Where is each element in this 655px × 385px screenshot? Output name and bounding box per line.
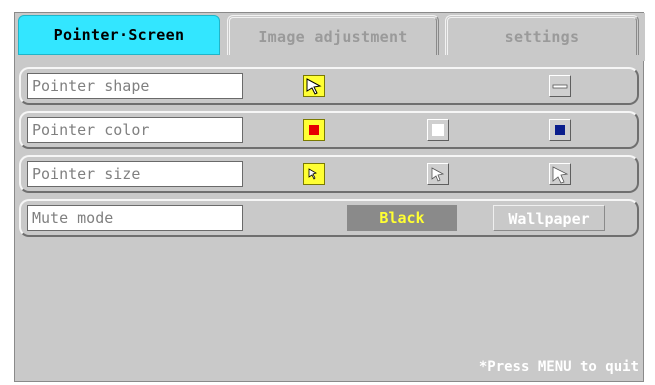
mute-mode-black-button[interactable]: Black	[347, 205, 457, 231]
pointer-shape-label: Pointer shape	[27, 73, 243, 99]
tab-settings[interactable]: settings	[445, 15, 639, 55]
bar-pointer-icon	[552, 84, 568, 89]
white-swatch-icon	[432, 124, 444, 136]
pointer-color-blue-option[interactable]	[549, 119, 571, 141]
pointer-shape-bar-option[interactable]	[549, 75, 571, 97]
pointer-size-small-option[interactable]	[303, 163, 325, 185]
tab-pointer-screen[interactable]: Pointer·Screen	[18, 15, 220, 55]
mute-mode-wallpaper-button[interactable]: Wallpaper	[493, 205, 605, 231]
press-menu-hint: *Press MENU to quit	[478, 359, 639, 375]
medium-pointer-icon	[431, 167, 445, 182]
pointer-color-white-option[interactable]	[427, 119, 449, 141]
row-pointer-shape[interactable]: Pointer shape	[19, 67, 639, 105]
osd-menu-panel: Pointer·Screen Image adjustment settings…	[14, 12, 645, 382]
large-pointer-icon	[552, 166, 569, 184]
row-pointer-color[interactable]: Pointer color	[19, 111, 639, 149]
tab-bar: Pointer·Screen Image adjustment settings	[15, 13, 645, 61]
pointer-size-label: Pointer size	[27, 161, 243, 187]
row-mute-mode[interactable]: Mute mode Black Wallpaper	[19, 199, 639, 237]
pointer-shape-arrow-option[interactable]	[303, 75, 325, 97]
pointer-color-red-option[interactable]	[303, 119, 325, 141]
blue-swatch-icon	[555, 125, 565, 135]
mute-mode-label: Mute mode	[27, 205, 243, 231]
pointer-color-label: Pointer color	[27, 117, 243, 143]
arrow-pointer-icon	[306, 78, 322, 95]
small-pointer-icon	[308, 168, 317, 180]
red-swatch-icon	[309, 125, 319, 135]
tab-image-adjustment[interactable]: Image adjustment	[227, 15, 439, 55]
pointer-size-medium-option[interactable]	[427, 163, 449, 185]
row-pointer-size[interactable]: Pointer size	[19, 155, 639, 193]
pointer-size-large-option[interactable]	[549, 163, 571, 185]
